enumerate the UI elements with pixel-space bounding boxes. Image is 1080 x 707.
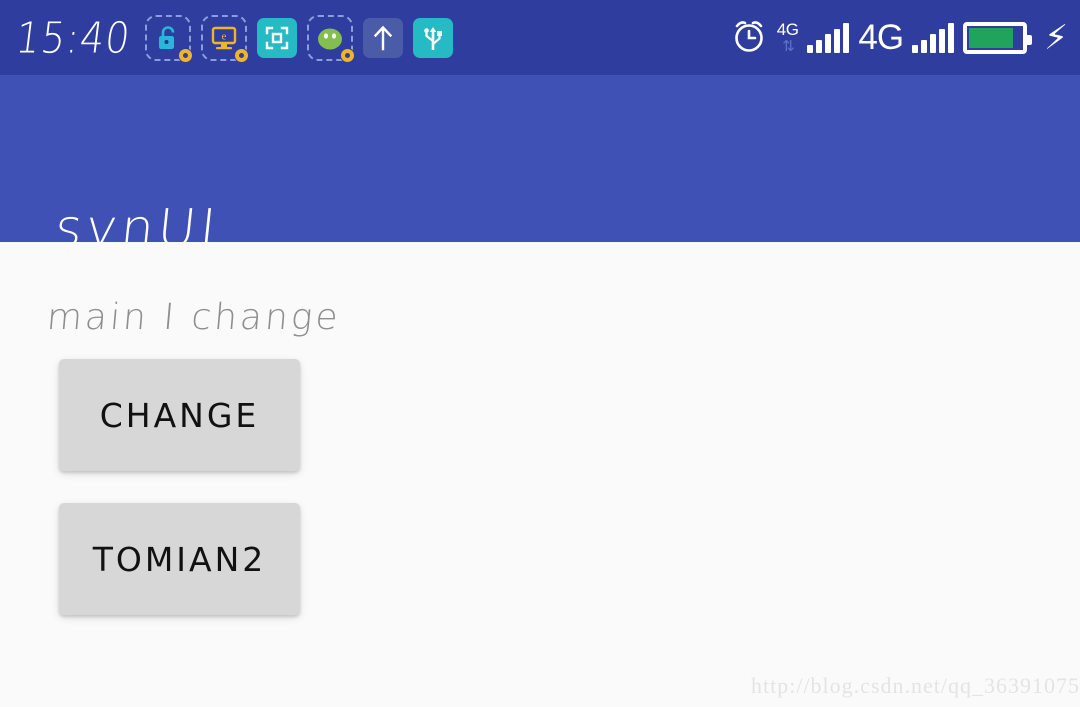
- alarm-glyph: [734, 20, 763, 52]
- padlock-glyph: [158, 25, 174, 49]
- status-bar-clock: 15:40: [12, 12, 134, 63]
- unlocked-padlock-icon[interactable]: [144, 14, 193, 63]
- battery-fill-level: [969, 27, 1014, 48]
- android-blob-icon[interactable]: [306, 14, 355, 63]
- battery-icon: [963, 21, 1033, 54]
- signal-bar: [807, 44, 814, 53]
- blob-glyph: [317, 28, 342, 49]
- crop-glyph: [265, 26, 288, 49]
- network-type-label-sim2: 4G: [858, 18, 904, 57]
- usb-icon[interactable]: [412, 17, 453, 58]
- status-bar: 15:40 e 4G ⇅ 4G ⚡: [0, 0, 1080, 75]
- signal-bar: [921, 39, 928, 53]
- screenshot-crop-icon[interactable]: [256, 17, 297, 58]
- gear-badge-icon: [339, 47, 355, 63]
- network-type-indicator: 4G ⇅: [777, 21, 799, 54]
- data-transfer-arrows-icon: ⇅: [782, 37, 795, 55]
- app-bar: synUI: [0, 75, 1080, 259]
- charging-bolt-icon: ⚡: [1044, 17, 1068, 58]
- signal-bar: [834, 28, 841, 53]
- gear-badge-icon: [177, 47, 193, 63]
- usb-glyph: [423, 26, 442, 50]
- signal-bar: [825, 33, 832, 53]
- up-arrow-glyph: [373, 25, 392, 50]
- signal-bar: [939, 28, 946, 53]
- phone-screen: 15:40 e 4G ⇅ 4G ⚡ synUI main I change CH…: [0, 0, 1080, 707]
- status-text-label: main I change: [45, 297, 343, 338]
- monitor-e-icon[interactable]: e: [200, 14, 249, 63]
- signal-bar: [843, 22, 850, 53]
- watermark-url: http://blog.csdn.net/qq_36391075: [751, 673, 1080, 698]
- status-bar-right-group: 4G ⇅ 4G ⚡: [730, 17, 1068, 59]
- signal-bar: [930, 33, 937, 53]
- svg-text:e: e: [221, 30, 226, 42]
- status-bar-left-group: 15:40 e: [10, 12, 453, 63]
- gear-badge-icon: [233, 47, 249, 63]
- tomian2-button[interactable]: TOMIAN2: [59, 503, 300, 615]
- signal-bar: [912, 44, 919, 53]
- upload-arrow-icon[interactable]: [362, 17, 403, 58]
- signal-bar: [948, 22, 955, 53]
- change-button[interactable]: CHANGE: [59, 359, 300, 471]
- monitor-glyph: e: [211, 26, 236, 49]
- alarm-clock-icon: [730, 17, 768, 59]
- signal-bar: [816, 39, 823, 53]
- signal-strength-sim2-icon: [912, 22, 955, 53]
- network-type-label: 4G: [776, 20, 799, 39]
- signal-strength-sim1-icon: [807, 22, 850, 53]
